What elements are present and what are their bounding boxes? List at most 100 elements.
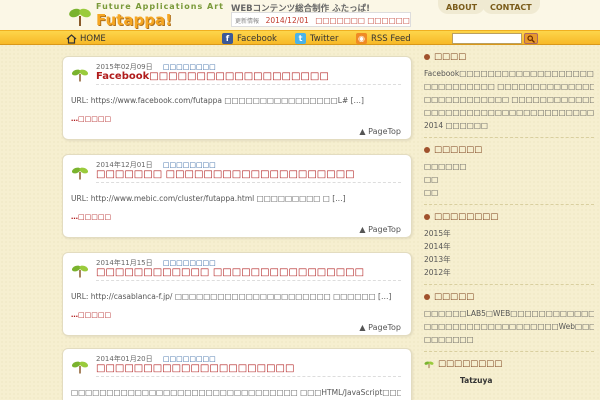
about-text: □□□□□□□□□□□□□□□□□□□□□□□□ <box>424 108 594 117</box>
post-date: 2014年01月20日 <box>96 355 153 363</box>
post-card: 2014年01月20日 □□□□□□□□ □□□□□□□□□□□□□□□□□□□… <box>62 348 412 400</box>
external-link[interactable]: □□□□□□□ <box>424 333 594 346</box>
archive-link[interactable]: 2012年 <box>424 266 594 279</box>
sidebar: □□□□ Facebook□□□□□□□□□□□□□□□□□□□ □□□□□□□… <box>424 52 594 387</box>
about-text: □□□□□□□□□□□□ □□□□□□□□□□□□□□□ <box>424 95 594 104</box>
post-category[interactable]: □□□□□□□□ <box>163 259 216 267</box>
nav-rss-label: RSS Feed <box>371 33 411 44</box>
external-link[interactable]: □□□□□□LAB5□WEB□□□□□□□□□□□□□□ <box>424 307 594 320</box>
search-input[interactable] <box>452 33 522 44</box>
post-category[interactable]: □□□□□□□□ <box>163 161 216 169</box>
triangle-up-icon: ▲ <box>359 225 369 234</box>
post-card: 2014年12月01日 □□□□□□□□ □□□□□□□ □□□□□□□□□□□… <box>62 154 412 238</box>
facebook-icon: f <box>222 33 233 44</box>
divider <box>96 84 401 85</box>
sprout-icon <box>424 361 434 369</box>
sidebar-heading-about: □□□□ <box>424 52 594 62</box>
sprout-icon <box>71 361 89 374</box>
post-title[interactable]: □□□□□□□ □□□□□□□□□□□□□□□□□□□□ <box>96 169 355 180</box>
post-card: 2015年02月09日 □□□□□□□□ Facebook□□□□□□□□□□□… <box>62 56 412 140</box>
sidebar-heading-categories: □□□□□□ <box>424 145 594 155</box>
post-date: 2014年12月01日 <box>96 161 153 169</box>
divider <box>424 204 594 205</box>
category-link[interactable]: □□ <box>424 186 594 199</box>
nav-home[interactable]: HOME <box>66 32 106 45</box>
divider <box>96 182 401 183</box>
pagetop-link[interactable]: ▲ PageTop <box>359 323 401 332</box>
archive-link[interactable]: 2013年 <box>424 253 594 266</box>
site-header: Future Applications Art Futappa! WEBコンテン… <box>0 0 600 30</box>
nav-facebook-label: Facebook <box>237 33 277 44</box>
twitter-icon: t <box>295 33 306 44</box>
post-excerpt: URL: http://www.mebic.com/cluster/futapp… <box>71 194 346 203</box>
post-category[interactable]: □□□□□□□□ <box>163 355 216 363</box>
search-button[interactable] <box>524 33 538 44</box>
bullet-icon <box>424 54 430 60</box>
read-more-link[interactable]: …□□□□□ <box>71 213 111 221</box>
heading-label: □□□□ <box>434 52 467 62</box>
site-brand: Futappa! <box>96 11 172 29</box>
pagetop-label: PageTop <box>368 225 401 234</box>
post-title[interactable]: □□□□□□□□□□□□ □□□□□□□□□□□□□□□□ <box>96 267 364 278</box>
category-link[interactable]: □□ <box>424 173 594 186</box>
archive-link[interactable]: 2014年 <box>424 240 594 253</box>
sidebar-heading-profile: □□□□□□□□ <box>424 359 594 369</box>
pagetop-link[interactable]: ▲ PageTop <box>359 127 401 136</box>
pagetop-label: PageTop <box>368 323 401 332</box>
read-more-link[interactable]: …□□□□□ <box>71 311 111 319</box>
external-link[interactable]: □□□□□□□□□□□□□□□□□□□Web□□□□□□□ <box>424 320 594 333</box>
sprout-logo-icon <box>69 8 91 26</box>
archive-link[interactable]: 2015年 <box>424 227 594 240</box>
divider <box>424 137 594 138</box>
divider <box>424 351 594 352</box>
bullet-icon <box>424 294 430 300</box>
category-link[interactable]: □□□□□□ <box>424 160 594 173</box>
nav-twitter-label: Twitter <box>310 33 339 44</box>
home-icon <box>66 33 77 44</box>
news-text[interactable]: □□□□□□□ □□□□□□□□□□□□□□□□□□□□□□ <box>315 16 410 25</box>
post-category[interactable]: □□□□□□□□ <box>163 63 216 71</box>
heading-label: □□□□□□□□ <box>434 212 499 222</box>
pagetop-label: PageTop <box>368 127 401 136</box>
site-tagline: Future Applications Art <box>96 2 224 11</box>
sprout-icon <box>71 69 89 82</box>
pagetop-link[interactable]: ▲ PageTop <box>359 225 401 234</box>
header-info: WEBコンテンツ総合制作 ふたっぱ! 更新情報 2014/12/01 □□□□□… <box>231 2 411 27</box>
bullet-icon <box>424 147 430 153</box>
news-label: 更新情報 <box>235 18 260 25</box>
heading-label: □□□□□□□□ <box>438 359 503 369</box>
divider <box>424 284 594 285</box>
search-icon <box>527 35 535 43</box>
tab-contact[interactable]: CONTACT <box>482 0 540 14</box>
about-text: Facebook□□□□□□□□□□□□□□□□□□□ <box>424 69 594 78</box>
read-more-link[interactable]: …□□□□□ <box>71 115 111 123</box>
post-date: 2015年02月09日 <box>96 63 153 71</box>
nav-rss[interactable]: ◉ RSS Feed <box>356 32 411 45</box>
post-excerpt: URL: http://casablanca-f.jp/ □□□□□□□□□□□… <box>71 292 392 301</box>
sidebar-heading-links: □□□□□ <box>424 292 594 302</box>
heading-label: □□□□□ <box>434 292 475 302</box>
post-date: 2014年11月15日 <box>96 259 153 267</box>
profile-name: Tatzuya <box>460 376 493 385</box>
post-card: 2014年11月15日 □□□□□□□□ □□□□□□□□□□□□ □□□□□□… <box>62 252 412 336</box>
news-date: 2014/12/01 <box>265 16 309 25</box>
post-title[interactable]: □□□□□□□□□□□□□□□□□□□□□ <box>96 363 294 374</box>
post-title[interactable]: Facebook□□□□□□□□□□□□□□□□□□□ <box>96 71 329 82</box>
sprout-icon <box>71 167 89 180</box>
nav-home-label: HOME <box>80 33 106 44</box>
nav-facebook[interactable]: f Facebook <box>222 32 277 45</box>
heading-label: □□□□□□ <box>434 145 483 155</box>
divider <box>96 376 401 377</box>
bullet-icon <box>424 214 430 220</box>
triangle-up-icon: ▲ <box>359 323 369 332</box>
news-ticker[interactable]: 更新情報 2014/12/01 □□□□□□□ □□□□□□□□□□□□□□□□… <box>231 12 411 27</box>
rss-icon: ◉ <box>356 33 367 44</box>
post-excerpt: URL: https://www.facebook.com/futappa □□… <box>71 96 364 105</box>
sidebar-heading-archive: □□□□□□□□ <box>424 212 594 222</box>
site-logo[interactable]: Future Applications Art Futappa! <box>62 2 224 29</box>
triangle-up-icon: ▲ <box>359 127 369 136</box>
about-text: □□□□□□□□□□ □□□□□□□□□□□□□□□□□ <box>424 82 594 91</box>
nav-twitter[interactable]: t Twitter <box>295 32 339 45</box>
tab-about[interactable]: ABOUT <box>438 0 486 14</box>
post-excerpt: □□□□□□□□□□□□□□□□□□□□□□□□□□□□□□□□ □□□HTML… <box>71 388 401 397</box>
